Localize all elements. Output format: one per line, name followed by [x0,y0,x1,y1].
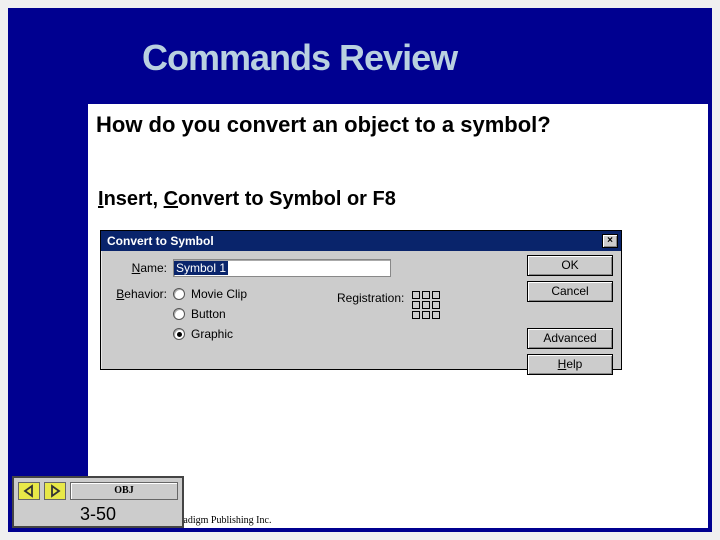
registration-group: Registration: [337,291,440,319]
radio-icon [173,308,185,320]
behavior-radio-group: Movie Clip Button Graphic [173,287,247,341]
help-button[interactable]: Help [527,354,613,375]
question-text: How do you convert an object to a symbol… [96,112,700,138]
spacer [527,307,613,323]
radio-movie-clip-label: Movie Clip [191,287,247,301]
radio-movie-clip[interactable]: Movie Clip [173,287,247,301]
radio-graphic-label: Graphic [191,327,233,341]
radio-button-label: Button [191,307,226,321]
radio-graphic[interactable]: Graphic [173,327,247,341]
advanced-button[interactable]: Advanced [527,328,613,349]
convert-to-symbol-dialog: Convert to Symbol × Name: Symbol 1 Behav… [100,230,622,370]
title-band: Commands Review [12,12,708,104]
dialog-body: Name: Symbol 1 Behavior: Movie Clip Butt… [101,251,621,369]
dialog-button-column: OK Cancel Advanced Help [527,255,613,375]
answer-insert-rest: nsert, [104,188,164,210]
name-label: Name: [109,261,167,275]
prev-arrow-icon[interactable] [18,482,40,500]
registration-grid[interactable] [412,291,440,319]
answer-convert-underline: C [164,188,178,210]
slide-title: Commands Review [142,37,457,79]
ok-button[interactable]: OK [527,255,613,276]
cancel-button[interactable]: Cancel [527,281,613,302]
dialog-title-text: Convert to Symbol [107,231,214,251]
next-arrow-icon[interactable] [44,482,66,500]
page-number: 3-50 [14,502,182,526]
slide-nav: OBJ 3-50 [12,476,184,528]
answer-text: Insert, Convert to Symbol or F8 [96,188,700,211]
close-icon[interactable]: × [602,234,618,248]
nav-top-row: OBJ [14,478,182,502]
name-value: Symbol 1 [174,261,228,275]
slide-frame: Commands Review How do you convert an ob… [8,8,712,532]
name-input[interactable]: Symbol 1 [173,259,391,277]
answer-convert-rest: onvert to Symbol or F8 [178,188,396,210]
registration-label: Registration: [337,291,404,305]
radio-icon [173,288,185,300]
radio-button[interactable]: Button [173,307,247,321]
obj-button[interactable]: OBJ [70,482,178,500]
radio-icon [173,328,185,340]
behavior-label: Behavior: [109,287,167,301]
dialog-titlebar: Convert to Symbol × [101,231,621,251]
